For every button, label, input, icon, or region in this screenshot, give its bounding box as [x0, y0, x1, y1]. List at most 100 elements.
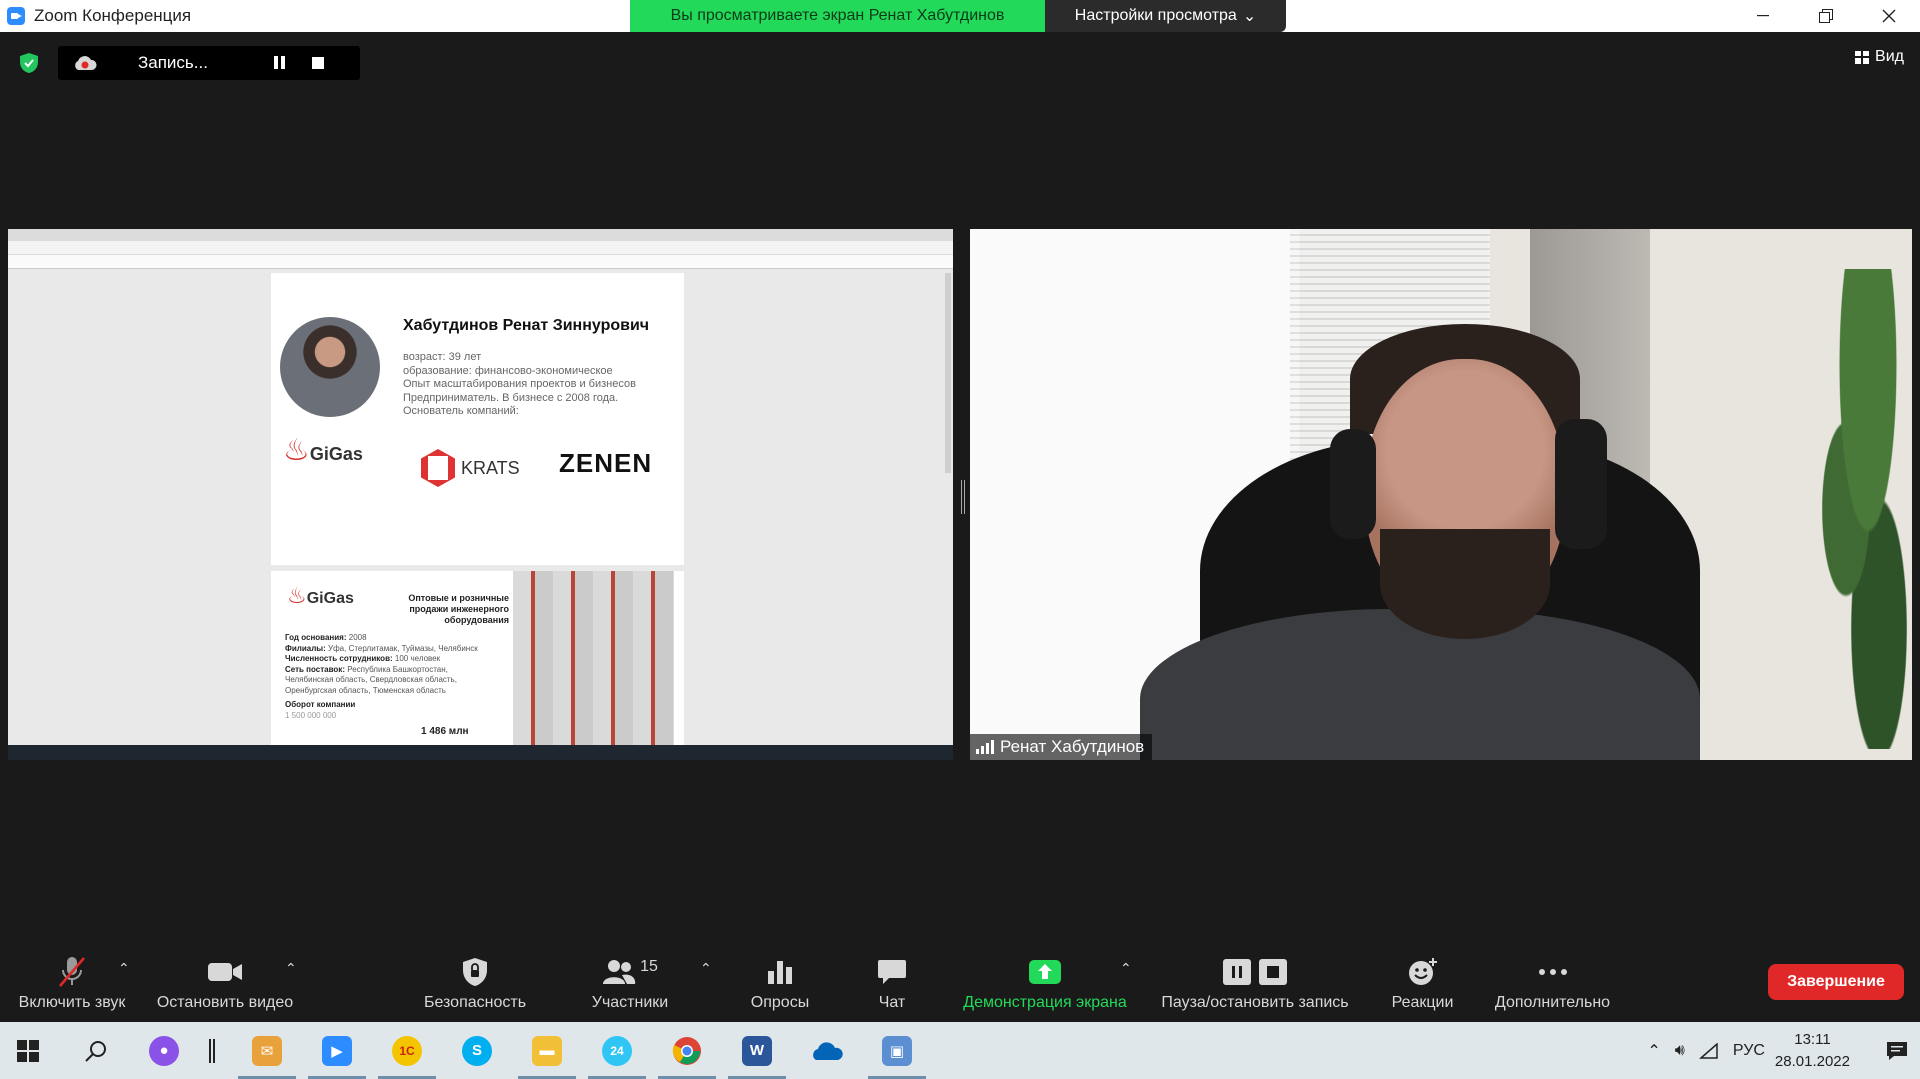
view-button-label: Вид: [1875, 48, 1904, 65]
speaker-photo: [280, 317, 380, 417]
share-screen-button[interactable]: Демонстрация экрана: [955, 946, 1135, 1022]
taskbar-1c[interactable]: 1С: [372, 1022, 442, 1079]
start-button[interactable]: [0, 1022, 56, 1079]
security-shield-icon: [463, 958, 487, 986]
stop-icon: [1259, 959, 1287, 985]
bitrix24-icon: 24: [602, 1035, 632, 1066]
chat-bubble-icon: [878, 960, 906, 984]
restore-button[interactable]: [1794, 0, 1857, 32]
company-info: Год основания: 2008 Филиалы: Уфа, Стерли…: [285, 633, 478, 720]
view-settings-button[interactable]: Настройки просмотра ⌄: [1045, 0, 1286, 32]
stop-recording-button[interactable]: [312, 57, 324, 69]
reactions-label: Реакции: [1391, 994, 1454, 1011]
pause-recording-button[interactable]: [274, 56, 288, 70]
reactions-button[interactable]: Реакции: [1385, 946, 1460, 1022]
participant-video[interactable]: Ренат Хабутдинов: [970, 229, 1912, 760]
polls-button[interactable]: Опросы: [735, 946, 825, 1022]
encryption-shield-icon[interactable]: [18, 52, 40, 74]
more-dots-icon: [1538, 969, 1567, 975]
taskbar-separator: [192, 1022, 232, 1079]
participants-button[interactable]: 15 Участники: [585, 946, 675, 1022]
shared-screen[interactable]: Хабутдинов Ренат Зиннурович возраст: 39 …: [8, 229, 953, 760]
info-line: Опыт масштабирования проектов и бизнесов: [403, 378, 636, 390]
participants-icon: [603, 960, 636, 984]
stop-video-label: Остановить видео: [156, 994, 294, 1011]
pause-icon: [1223, 959, 1251, 985]
onedrive-cloud-icon: [813, 1041, 843, 1060]
clock-date: 28.01.2022: [1774, 1052, 1850, 1070]
headphones-icon: [1330, 429, 1376, 539]
info-line: Предприниматель. В бизнесе с 2008 года.: [403, 391, 619, 404]
microphone-muted-icon: [59, 957, 85, 987]
taskbar-remote-desktop[interactable]: ▣: [862, 1022, 932, 1079]
speaker-info: возраст: 39 лет образование: финансово-э…: [403, 351, 673, 419]
polls-label: Опросы: [750, 994, 810, 1011]
close-icon: [1882, 9, 1895, 23]
share-options-caret[interactable]: ⌃: [1120, 960, 1132, 977]
chat-button[interactable]: Чат: [852, 946, 932, 1022]
minimize-button[interactable]: [1731, 0, 1794, 32]
taskbar-bitrix24[interactable]: 24: [582, 1022, 652, 1079]
input-language[interactable]: РУС: [1733, 1042, 1765, 1060]
slide-page-1: Хабутдинов Ренат Зиннурович возраст: 39 …: [271, 273, 684, 565]
show-hidden-icons-chevron-icon[interactable]: ⌃: [1647, 1041, 1660, 1061]
split-resize-handle[interactable]: [961, 480, 965, 514]
polls-chart-icon: [768, 961, 792, 984]
chat-label: Чат: [878, 994, 906, 1011]
signal-strength-icon: [976, 740, 994, 754]
zoom-icon: ▶: [322, 1035, 352, 1066]
system-tray: ⌃ 🔊︎ РУС 13:11 28.01.2022: [1647, 1022, 1920, 1079]
window-controls: [1731, 0, 1920, 32]
taskbar-explorer[interactable]: ▬: [512, 1022, 582, 1079]
taskbar-outlook[interactable]: ✉: [232, 1022, 302, 1079]
taskbar-clock[interactable]: 13:11 28.01.2022: [1775, 1029, 1850, 1073]
video-camera-icon: [208, 963, 242, 981]
chrome-icon: [672, 1036, 701, 1065]
participant-name: Ренат Хабутдинов: [1000, 737, 1145, 756]
recording-label: Запись...: [138, 53, 208, 72]
end-meeting-button[interactable]: Завершение: [1768, 964, 1904, 1000]
volume-icon[interactable]: 🔊︎: [1675, 1042, 1685, 1060]
participants-options-caret[interactable]: ⌃: [700, 960, 712, 977]
notifications-icon: [1887, 1041, 1907, 1060]
share-screen-arrow-icon: [1029, 960, 1061, 984]
skype-icon: S: [462, 1035, 492, 1066]
view-button[interactable]: Вид: [1855, 48, 1904, 66]
shared-scrollbar: [945, 273, 951, 473]
pause-stop-recording-button[interactable]: Пауза/остановить запись: [1150, 946, 1360, 1022]
remote-desktop-icon: ▣: [882, 1035, 912, 1066]
speaker-full-name: Хабутдинов Ренат Зиннурович: [403, 317, 650, 334]
taskbar-alice[interactable]: ●: [136, 1022, 192, 1079]
1c-icon: 1С: [392, 1035, 422, 1066]
shared-os-taskbar: [8, 745, 953, 760]
gigas-logo: ♨GiGas: [287, 583, 354, 608]
info-line: Основатель компаний:: [403, 405, 519, 417]
zenen-logo: ZENEN: [559, 448, 653, 478]
taskbar-skype[interactable]: S: [442, 1022, 512, 1079]
stop-video-button[interactable]: Остановить видео: [150, 946, 300, 1022]
close-button[interactable]: [1857, 0, 1920, 32]
shared-pdf-toolbar: [8, 255, 953, 269]
zoom-app-icon: [7, 7, 25, 25]
unmute-button[interactable]: Включить звук: [10, 946, 134, 1022]
word-icon: W: [742, 1035, 772, 1066]
taskbar-search-button[interactable]: [56, 1022, 136, 1079]
more-label: Дополнительно: [1494, 994, 1611, 1011]
security-label: Безопасность: [423, 994, 527, 1011]
audio-options-caret[interactable]: ⌃: [118, 960, 130, 977]
taskbar-onedrive[interactable]: [792, 1022, 862, 1079]
chevron-down-icon: ⌄: [1242, 8, 1257, 25]
search-icon: [85, 1040, 106, 1062]
taskbar-chrome[interactable]: [652, 1022, 722, 1079]
network-wifi-icon[interactable]: [1698, 1042, 1719, 1059]
security-button[interactable]: Безопасность: [420, 946, 530, 1022]
windows-logo-icon: [17, 1039, 39, 1062]
taskbar-zoom[interactable]: ▶: [302, 1022, 372, 1079]
more-button[interactable]: Дополнительно: [1485, 946, 1620, 1022]
taskbar-word[interactable]: W: [722, 1022, 792, 1079]
clock-time: 13:11: [1794, 1030, 1831, 1048]
video-options-caret[interactable]: ⌃: [285, 960, 297, 977]
outlook-icon: ✉: [252, 1035, 282, 1066]
action-center-button[interactable]: [1874, 1022, 1920, 1079]
minimize-icon: [1756, 15, 1769, 17]
